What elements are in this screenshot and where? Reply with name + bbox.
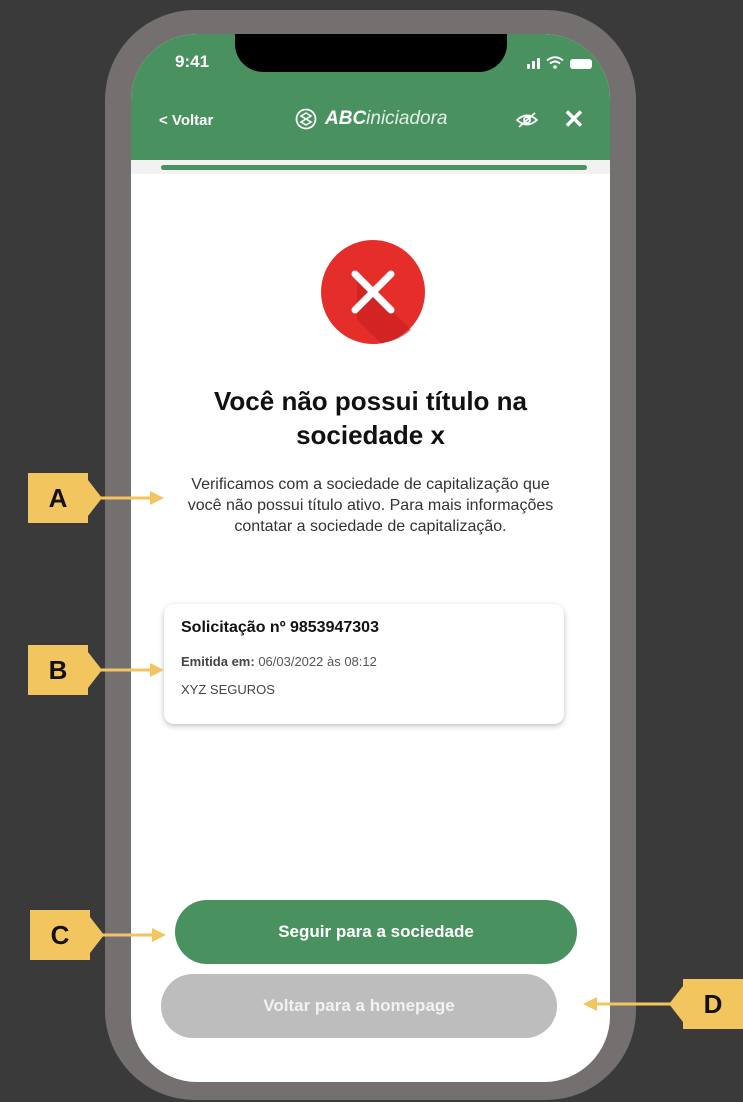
- error-x-icon: [321, 240, 425, 344]
- annotation-arrow-b: [88, 652, 164, 688]
- annotation-marker-b: B: [28, 645, 88, 695]
- continue-to-society-button[interactable]: Seguir para a sociedade: [175, 900, 577, 964]
- issued-value: 06/03/2022 às 08:12: [258, 654, 377, 669]
- shield-logo-icon: [295, 108, 317, 130]
- signal-icon: [527, 58, 540, 69]
- result-message: Verificamos com a sociedade de capitaliz…: [187, 476, 554, 535]
- request-number: Solicitação nº 9853947303: [181, 619, 379, 636]
- request-card: Solicitação nº 9853947303 Emitida em: 06…: [164, 604, 564, 724]
- status-icons: [527, 56, 592, 69]
- wifi-icon: [546, 56, 564, 69]
- annotation-arrow-d: [583, 986, 683, 1022]
- progress-bar: [161, 165, 587, 170]
- annotation-marker-a: A: [28, 473, 88, 523]
- issued-date: Emitida em: 06/03/2022 às 08:12: [181, 654, 377, 669]
- phone-notch: [235, 34, 507, 72]
- battery-icon: [570, 59, 592, 69]
- brand-name-bold: ABC: [325, 108, 367, 129]
- annotation-arrow-a: [88, 480, 164, 516]
- eye-off-icon[interactable]: [515, 111, 539, 129]
- annotation-arrow-c: [90, 917, 166, 953]
- company-name: XYZ SEGUROS: [181, 682, 275, 697]
- phone-screen: 9:41 < Voltar ABCiniciadora ✕ Você não p…: [131, 34, 610, 1082]
- stage: 9:41 < Voltar ABCiniciadora ✕ Você não p…: [0, 0, 743, 1102]
- annotation-marker-d: D: [683, 979, 743, 1029]
- status-time: 9:41: [175, 52, 210, 71]
- back-to-homepage-button[interactable]: Voltar para a homepage: [161, 974, 557, 1038]
- brand-name-light: iniciadora: [366, 108, 448, 129]
- close-icon[interactable]: ✕: [563, 104, 585, 134]
- issued-label: Emitida em:: [181, 654, 255, 669]
- annotation-marker-c: C: [30, 910, 90, 960]
- result-title: Você não possui título na sociedade x: [214, 386, 527, 450]
- brand-logo: ABCiniciadora: [295, 108, 448, 130]
- back-button[interactable]: < Voltar: [159, 112, 213, 129]
